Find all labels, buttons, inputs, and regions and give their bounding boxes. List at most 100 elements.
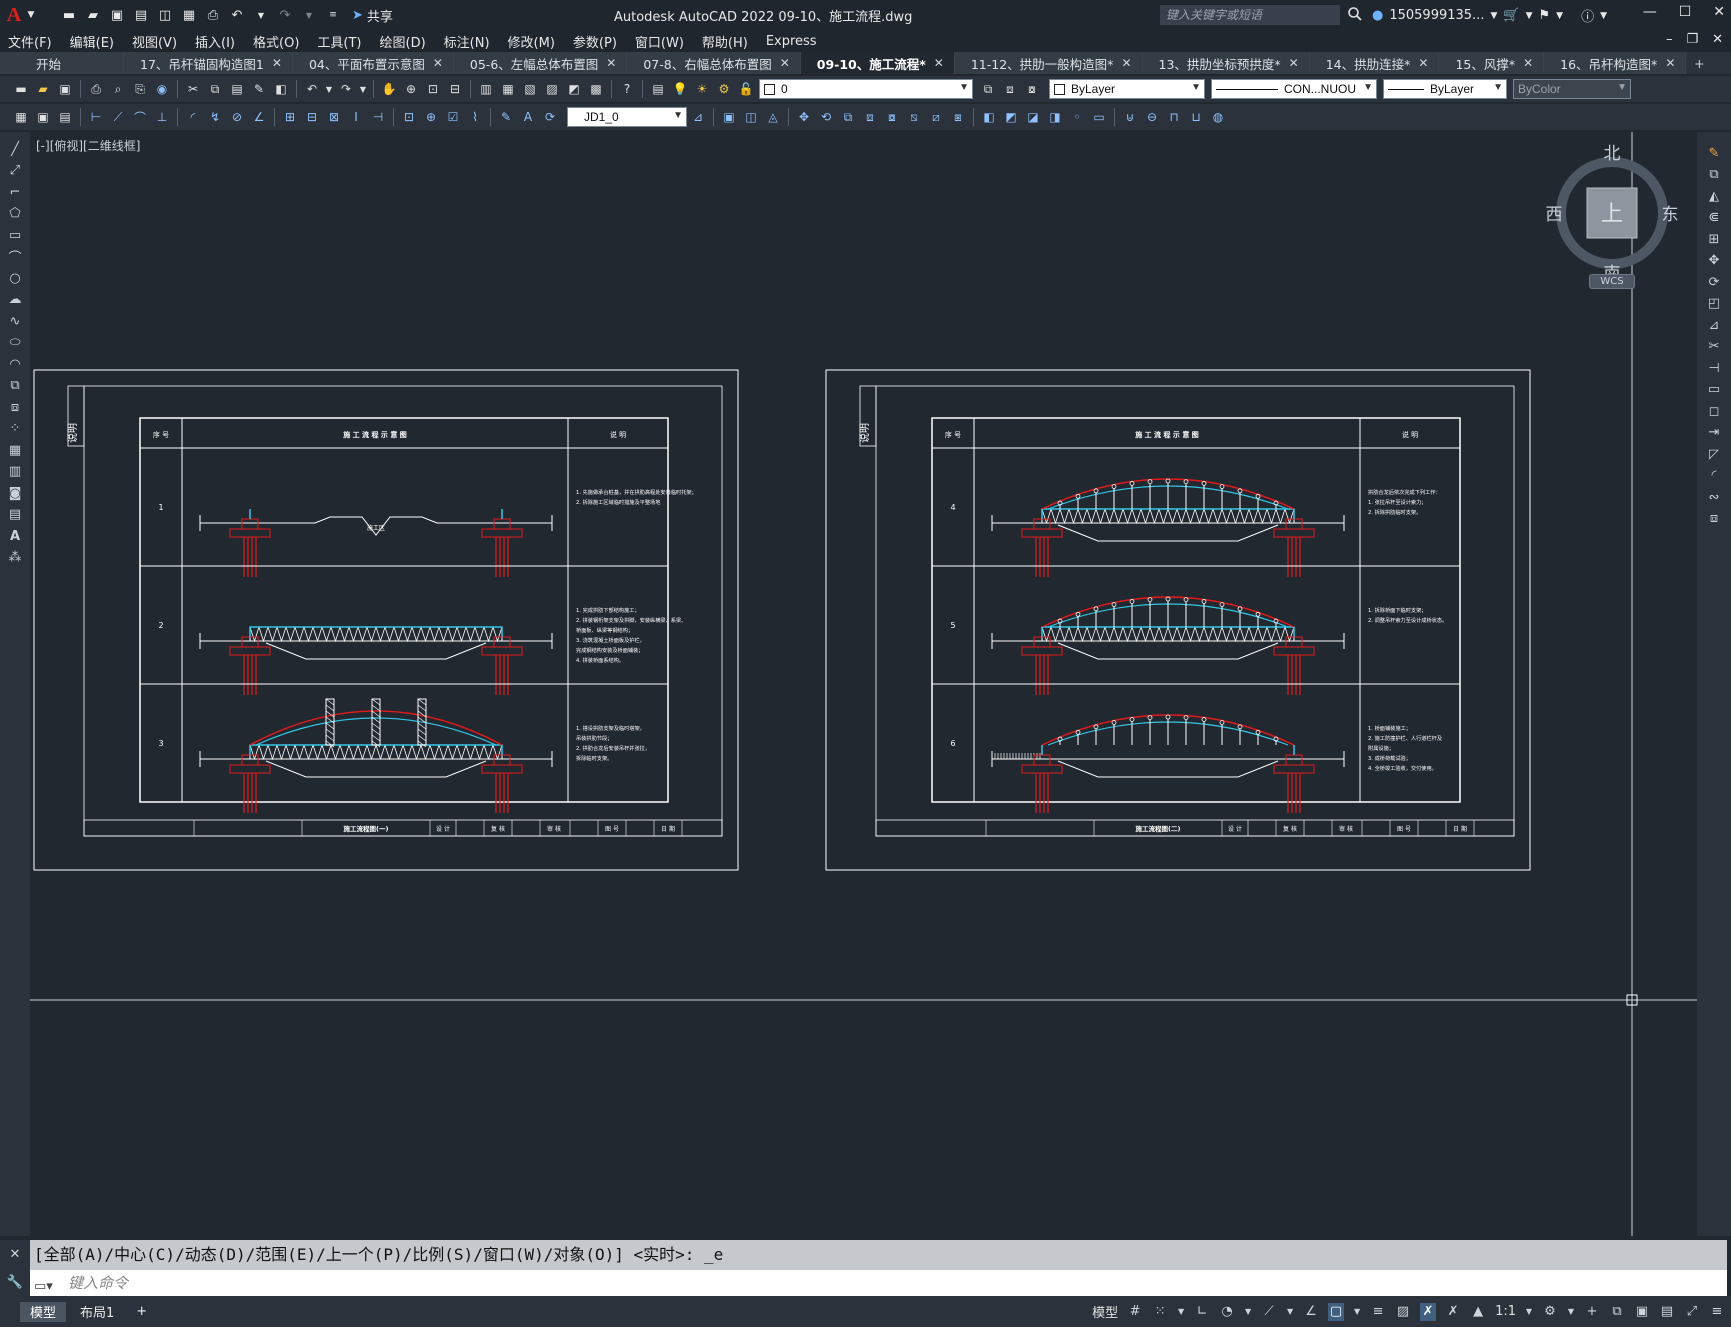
annotation-scale-icon[interactable]: ▲ <box>1470 1303 1486 1321</box>
align-3d-icon[interactable]: ⧉ <box>839 108 857 126</box>
erase-icon[interactable]: ✎ <box>1705 144 1723 162</box>
quick-properties-icon[interactable]: ▣ <box>1634 1303 1650 1321</box>
subtract-icon[interactable]: ⊖ <box>1143 108 1161 126</box>
construction-line-icon[interactable]: ⤢ <box>6 162 24 180</box>
menu-item[interactable]: Express <box>758 34 827 49</box>
apps-dropdown-icon[interactable]: ▼ <box>1556 11 1563 21</box>
autodesk-app-icon[interactable]: ⚑ <box>1538 8 1550 23</box>
markup-icon[interactable]: ◩ <box>565 80 583 98</box>
dim-text-edit-icon[interactable]: A <box>519 108 537 126</box>
doc-close-icon[interactable]: ✕ <box>1712 32 1723 47</box>
intersect-icon[interactable]: ⊓ <box>1165 108 1183 126</box>
file-tab[interactable]: 13、拱肋坐标预拱度* ✕ <box>1142 52 1310 74</box>
command-input[interactable]: ▭▾ 键入命令 <box>30 1270 1727 1296</box>
linear-dim-icon[interactable]: ⊢ <box>87 108 105 126</box>
file-tab[interactable]: 09-10、施工流程* ✕ <box>800 52 955 74</box>
tab-layout1[interactable]: 布局1 <box>70 1302 124 1322</box>
region-icon[interactable]: ◙ <box>6 484 24 502</box>
menu-item[interactable]: 视图(V) <box>124 32 187 51</box>
quick-select-icon[interactable]: ▣ <box>34 108 52 126</box>
maximize-icon[interactable]: ☐ <box>1679 4 1692 20</box>
tab-close-icon[interactable]: ✕ <box>1121 56 1131 70</box>
menu-item[interactable]: 帮助(H) <box>694 32 758 51</box>
menu-item[interactable]: 标注(N) <box>436 32 500 51</box>
cone-icon[interactable]: ◬ <box>764 108 782 126</box>
rectangle-icon[interactable]: ▭ <box>6 226 24 244</box>
drawing-canvas[interactable]: 说明 序 号 施 工 流 程 示 意 图 说 明 1 1. 先施做承台桩基，并在拱肋高程处… <box>30 132 1697 1236</box>
new-tab-icon[interactable]: + <box>1686 52 1712 74</box>
quickcalc-icon[interactable]: ▩ <box>587 80 605 98</box>
compass-west[interactable]: 西 <box>1546 205 1563 225</box>
diameter-dim-icon[interactable]: ⊘ <box>228 108 246 126</box>
explode-icon[interactable]: ⧈ <box>1705 510 1723 528</box>
make-block-icon[interactable]: ⧈ <box>6 398 24 416</box>
dim-edit-icon[interactable]: ✎ <box>497 108 515 126</box>
tab-close-icon[interactable]: ✕ <box>1523 56 1533 70</box>
tab-close-icon[interactable]: ✕ <box>1665 56 1675 70</box>
tolerance-icon[interactable]: ⊡ <box>400 108 418 126</box>
radius-dim-icon[interactable]: ◜ <box>184 108 202 126</box>
grid-icon[interactable]: # <box>1127 1303 1143 1321</box>
dimstyle-dropdown[interactable]: JD1_0 ▼ <box>567 107 687 127</box>
file-tab[interactable]: 17、吊杆锚固构造图1 ✕ <box>124 52 293 74</box>
pan-icon[interactable]: ✋ <box>380 80 398 98</box>
layer-lock-icon[interactable]: 🔓 <box>737 80 755 98</box>
quick-dim-icon[interactable]: ⊞ <box>281 108 299 126</box>
object-snap-icon[interactable]: ▢ <box>1328 1302 1345 1321</box>
extend-icon[interactable]: ⊣ <box>1705 359 1723 377</box>
plot-icon[interactable]: ⎙ <box>87 80 105 98</box>
ellipse-arc-icon[interactable]: ◠ <box>6 355 24 373</box>
command-close-icon[interactable]: ✕ <box>10 1247 21 1262</box>
polar-dropdown-icon[interactable]: ▼ <box>1244 1303 1252 1321</box>
transparency-icon[interactable]: ▨ <box>1395 1303 1411 1321</box>
copy-icon[interactable]: ⧉ <box>206 80 224 98</box>
ellipse-icon[interactable]: ⬭ <box>6 334 24 352</box>
tab-close-icon[interactable]: ✕ <box>780 56 790 70</box>
line-icon[interactable]: ╱ <box>6 140 24 158</box>
qnew-icon[interactable]: ▬ <box>12 80 30 98</box>
rotate-3d-icon[interactable]: ⟲ <box>817 108 835 126</box>
snap-icon[interactable]: ⁙ <box>1152 1303 1168 1321</box>
layer-properties-icon[interactable]: ▤ <box>649 80 667 98</box>
object-snap-dropdown-icon[interactable]: ▼ <box>1353 1303 1361 1321</box>
wcs-menu[interactable]: WCS <box>1589 274 1635 289</box>
annotation-visibility-icon[interactable]: ✗ <box>1420 1302 1437 1321</box>
plot-icon[interactable]: ⎙ <box>204 6 222 24</box>
tab-model[interactable]: 模型 <box>20 1301 67 1322</box>
menu-item[interactable]: 工具(T) <box>309 32 371 51</box>
insert-block-icon[interactable]: ⧉ <box>6 377 24 395</box>
baseline-dim-icon[interactable]: ⊟ <box>303 108 321 126</box>
minimize-icon[interactable]: — <box>1643 4 1657 20</box>
section-icon[interactable]: ⧄ <box>927 108 945 126</box>
thicken-icon[interactable]: ▭ <box>1090 108 1108 126</box>
undo-icon[interactable]: ↶ <box>228 6 246 24</box>
scale-icon[interactable]: ◰ <box>1705 295 1723 313</box>
isodraft-dropdown-icon[interactable]: ▼ <box>1286 1303 1294 1321</box>
make-current-layer-icon[interactable]: ⧉ <box>979 80 997 98</box>
gradient-icon[interactable]: ▥ <box>6 463 24 481</box>
compass-north[interactable]: 北 <box>1604 144 1621 164</box>
ordinate-dim-icon[interactable]: ⊥ <box>153 108 171 126</box>
drawing-viewport[interactable]: [-][俯视][二维线框] 说明序 号施 工 流 程 示 意 图说 明 1 1. 先… <box>30 132 1697 1236</box>
tab-close-icon[interactable]: ✕ <box>1289 56 1299 70</box>
recent-commands-icon[interactable]: ▭▾ <box>34 1274 62 1294</box>
open-file-icon[interactable]: ▰ <box>84 6 102 24</box>
jogged-dim-icon[interactable]: ↯ <box>206 108 224 126</box>
trim-icon[interactable]: ✂ <box>1705 338 1723 356</box>
multiline-text-icon[interactable]: A <box>6 527 24 545</box>
table-icon[interactable]: ▤ <box>6 506 24 524</box>
sheet-set-icon[interactable]: ▨ <box>543 80 561 98</box>
file-tab[interactable]: 05-6、左幅总体布置图 ✕ <box>453 52 628 74</box>
dim-break-icon[interactable]: ⊣ <box>369 108 387 126</box>
interfere-icon[interactable]: ⧆ <box>949 108 967 126</box>
customize-qat-icon[interactable]: ≡ <box>324 6 342 24</box>
zoom-window-icon[interactable]: ⊡ <box>424 80 442 98</box>
fillet-icon[interactable]: ◜ <box>1705 467 1723 485</box>
command-customize-icon[interactable]: 🔧 <box>7 1275 23 1290</box>
extrude-icon[interactable]: ◧ <box>980 108 998 126</box>
auto-scale-icon[interactable]: ✗ <box>1445 1303 1461 1321</box>
menu-item[interactable]: 参数(P) <box>565 32 627 51</box>
file-tab[interactable]: 15、风撑* ✕ <box>1439 52 1545 74</box>
menu-item[interactable]: 绘图(D) <box>372 32 436 51</box>
break-at-point-icon[interactable]: ▭ <box>1705 381 1723 399</box>
